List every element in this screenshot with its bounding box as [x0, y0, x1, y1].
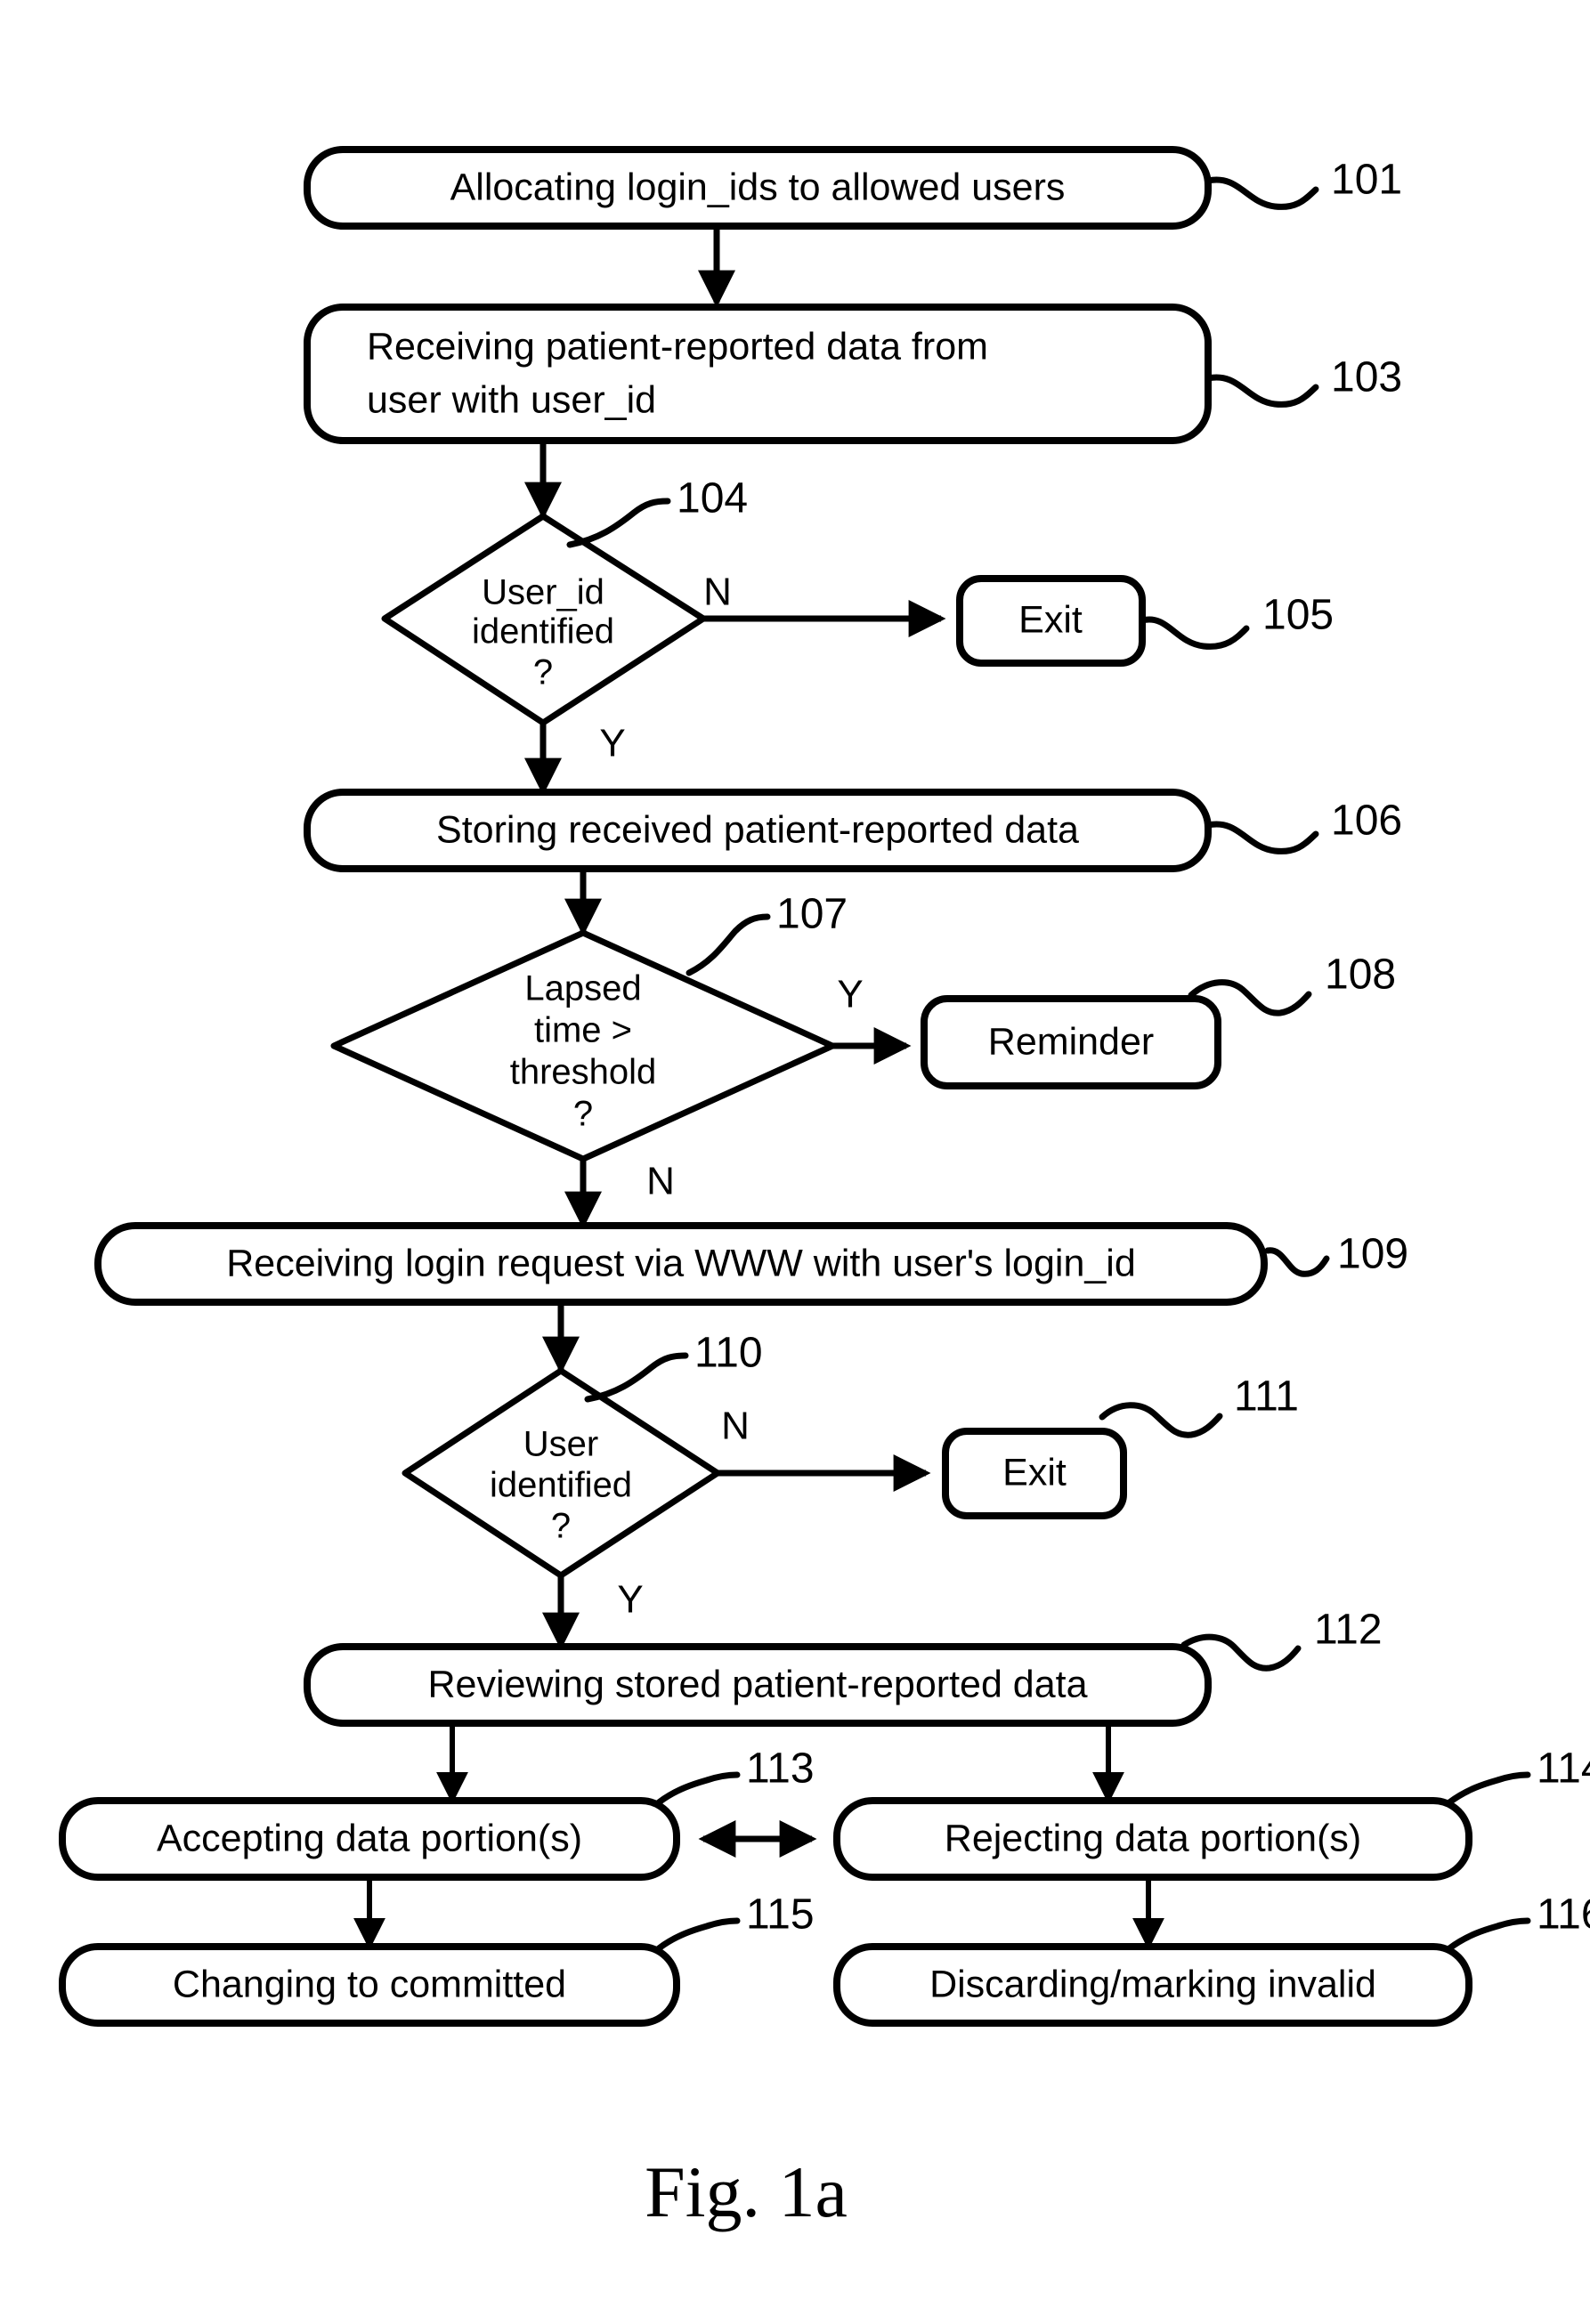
node-105[interactable]: Exit: [956, 575, 1146, 667]
ref-number-104: 104: [677, 475, 748, 522]
node-107[interactable]: Lapsed time > threshold ?: [330, 929, 836, 1162]
node-104-label-line3: ?: [533, 653, 553, 692]
node-115[interactable]: Changing to committed: [59, 1943, 680, 2027]
node-105-label: Exit: [1018, 598, 1083, 641]
node-103-label-line2: user with user_id: [367, 378, 656, 421]
node-107-label-line3: threshold: [510, 1053, 657, 1092]
ref-number-115: 115: [746, 1891, 815, 1939]
node-116-label: Discarding/marking invalid: [929, 1963, 1376, 2005]
ref-number-113: 113: [746, 1745, 815, 1793]
leader-113: [655, 1771, 741, 1806]
node-111-label: Exit: [1002, 1451, 1067, 1494]
node-110-label-line3: ?: [551, 1507, 571, 1546]
leader-107: [685, 913, 771, 976]
node-103[interactable]: Receiving patient-reported data from use…: [304, 304, 1212, 444]
ref-number-110: 110: [694, 1330, 763, 1377]
node-106[interactable]: Storing received patient-reported data: [304, 789, 1212, 872]
node-112-label: Reviewing stored patient-reported data: [428, 1663, 1088, 1705]
ref-number-112: 112: [1314, 1607, 1383, 1654]
node-107-label-line2: time >: [534, 1011, 632, 1050]
node-115-label: Changing to committed: [173, 1963, 566, 2005]
ref-number-111: 111: [1234, 1373, 1299, 1421]
leader-116: [1446, 1917, 1531, 1952]
node-114[interactable]: Rejecting data portion(s): [833, 1797, 1472, 1881]
branch-label-104-yes: Y: [599, 722, 625, 765]
leader-109: [1264, 1247, 1330, 1277]
node-101[interactable]: Allocating login_ids to allowed users: [304, 146, 1212, 230]
node-110[interactable]: User identified ?: [402, 1367, 721, 1579]
ref-number-116: 116: [1537, 1891, 1590, 1939]
branch-label-110-yes: Y: [617, 1578, 643, 1622]
node-111[interactable]: Exit: [942, 1428, 1127, 1519]
node-108-label: Reminder: [988, 1020, 1154, 1063]
node-110-label-line2: identified: [490, 1466, 632, 1505]
leader-101: [1205, 176, 1319, 210]
node-104[interactable]: User_id identified ?: [381, 513, 707, 726]
node-109[interactable]: Receiving login request via WWW with use…: [94, 1222, 1268, 1306]
node-104-label-line1: User_id: [482, 573, 604, 612]
node-106-label: Storing received patient-reported data: [436, 808, 1079, 851]
leader-115: [655, 1917, 741, 1952]
branch-label-107-yes: Y: [837, 973, 863, 1016]
node-101-label: Allocating login_ids to allowed users: [450, 166, 1066, 208]
ref-number-103: 103: [1331, 354, 1402, 401]
node-114-label: Rejecting data portion(s): [945, 1817, 1361, 1859]
ref-number-105: 105: [1262, 592, 1334, 639]
node-104-label-line2: identified: [472, 612, 614, 652]
leader-104: [566, 498, 671, 548]
ref-number-114: 114: [1537, 1745, 1590, 1793]
ref-number-109: 109: [1337, 1231, 1408, 1278]
leader-114: [1446, 1771, 1531, 1806]
branch-label-104-no: N: [703, 571, 732, 614]
figure-caption: Fig. 1a: [645, 2151, 848, 2232]
ref-number-101: 101: [1331, 157, 1402, 204]
ref-number-106: 106: [1331, 798, 1402, 845]
node-103-label-line1: Receiving patient-reported data from: [367, 325, 988, 368]
leader-103: [1205, 374, 1319, 408]
node-107-label-line4: ?: [573, 1095, 593, 1134]
node-108[interactable]: Reminder: [921, 995, 1221, 1089]
ref-number-108: 108: [1325, 951, 1396, 999]
node-110-label-line1: User: [523, 1425, 598, 1464]
leader-105: [1139, 616, 1250, 650]
leader-110: [584, 1352, 689, 1403]
leader-106: [1205, 821, 1319, 854]
node-109-label: Receiving login request via WWW with use…: [226, 1242, 1136, 1284]
leader-111: [1099, 1402, 1223, 1438]
node-113[interactable]: Accepting data portion(s): [59, 1797, 680, 1881]
branch-label-107-no: N: [646, 1160, 675, 1203]
branch-label-110-no: N: [721, 1405, 750, 1448]
node-107-label-line1: Lapsed: [524, 969, 641, 1008]
node-112[interactable]: Reviewing stored patient-reported data: [304, 1643, 1212, 1727]
node-116[interactable]: Discarding/marking invalid: [833, 1943, 1472, 2027]
node-113-label: Accepting data portion(s): [157, 1817, 582, 1859]
patent-figure-page: Allocating login_ids to allowed users 10…: [0, 0, 1590, 2324]
ref-number-107: 107: [776, 891, 848, 938]
flowchart-diagram: Allocating login_ids to allowed users 10…: [59, 146, 1590, 2232]
